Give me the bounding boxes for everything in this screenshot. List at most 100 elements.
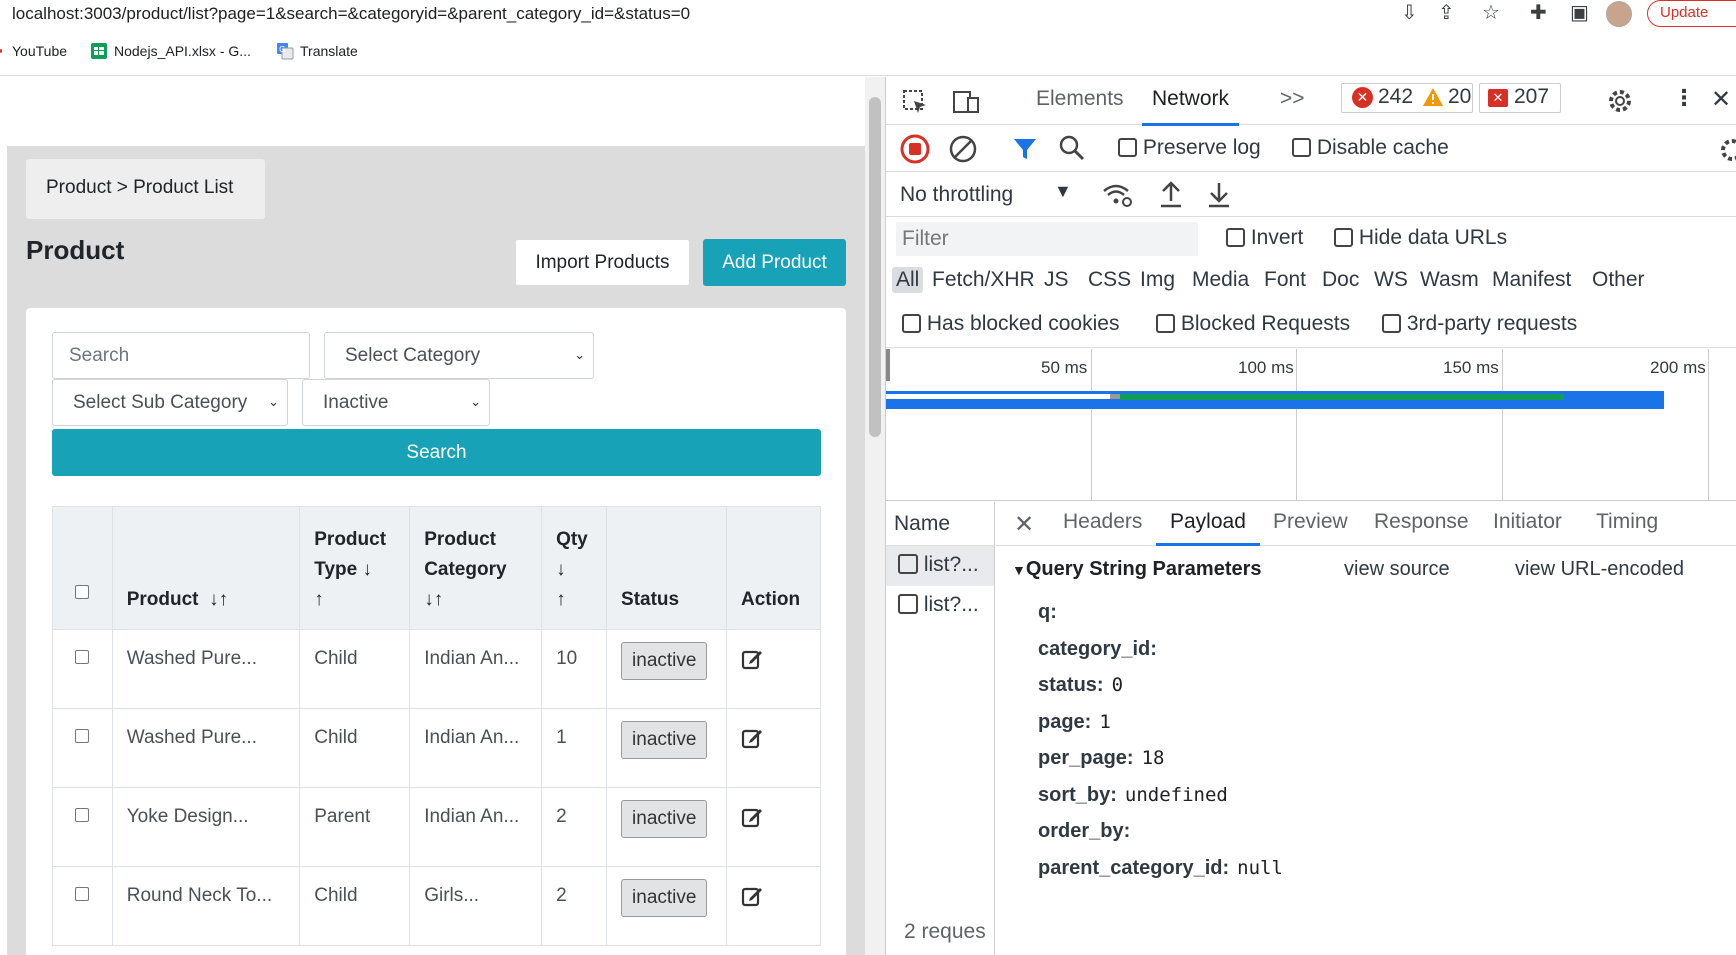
- status-badge[interactable]: inactive: [621, 642, 708, 680]
- sort-asc-icon[interactable]: ↑: [556, 589, 566, 610]
- hide-data-urls-checkbox[interactable]: [1334, 228, 1353, 247]
- status-select[interactable]: Inactive ⌄: [302, 379, 490, 426]
- more-options-icon[interactable]: ⋮: [1673, 85, 1695, 111]
- sub-category-select[interactable]: Select Sub Category ⌄: [52, 379, 288, 426]
- tab-headers[interactable]: Headers: [1063, 510, 1142, 534]
- invert-toggle[interactable]: Invert: [1226, 226, 1303, 250]
- has-blocked-cookies-toggle[interactable]: Has blocked cookies: [902, 312, 1119, 336]
- type-filter-other[interactable]: Other: [1592, 268, 1645, 292]
- add-product-button[interactable]: Add Product: [703, 239, 846, 286]
- tab-preview[interactable]: Preview: [1273, 510, 1348, 534]
- sort-icon[interactable]: ↓↑: [424, 589, 443, 610]
- tab-elements[interactable]: Elements: [1036, 87, 1124, 111]
- sort-icon[interactable]: ↓↑: [209, 589, 228, 610]
- query-params-section-header[interactable]: ▼Query String Parameters: [1012, 558, 1262, 581]
- hide-data-urls-toggle[interactable]: Hide data URLs: [1334, 226, 1507, 250]
- third-party-toggle[interactable]: 3rd-party requests: [1382, 312, 1577, 336]
- device-toolbar-icon[interactable]: [952, 89, 982, 117]
- page-scrollbar[interactable]: [865, 77, 885, 955]
- view-url-encoded-link[interactable]: view URL-encoded: [1515, 558, 1684, 581]
- install-icon[interactable]: ⇩: [1401, 2, 1418, 24]
- status-badge[interactable]: inactive: [621, 800, 708, 838]
- close-icon[interactable]: ✕: [1711, 85, 1731, 114]
- settings-gear-icon[interactable]: [1606, 87, 1634, 115]
- name-column-header[interactable]: Name: [886, 502, 994, 546]
- errors-warnings-counter[interactable]: ✕ 242 20: [1341, 83, 1473, 113]
- status-badge[interactable]: inactive: [621, 879, 708, 917]
- disable-cache-toggle[interactable]: Disable cache: [1292, 136, 1449, 160]
- select-all-checkbox[interactable]: [75, 585, 90, 599]
- row-checkbox[interactable]: [75, 729, 90, 743]
- search-input[interactable]: Search: [52, 332, 310, 379]
- download-icon[interactable]: [1206, 181, 1232, 209]
- view-source-link[interactable]: view source: [1344, 558, 1450, 581]
- issues-counter[interactable]: ✕ 207: [1479, 83, 1561, 113]
- category-column-header[interactable]: Product Category ↓↑: [409, 506, 543, 630]
- network-settings-gear-icon[interactable]: [1718, 136, 1736, 164]
- search-button[interactable]: Search: [52, 429, 821, 476]
- type-filter-img[interactable]: Img: [1140, 268, 1175, 292]
- close-detail-icon[interactable]: ✕: [1014, 510, 1034, 539]
- throttling-select[interactable]: No throttling: [900, 183, 1013, 207]
- type-filter-ws[interactable]: WS: [1374, 268, 1408, 292]
- has-blocked-cookies-checkbox[interactable]: [902, 314, 921, 333]
- tab-payload[interactable]: Payload: [1156, 510, 1260, 546]
- breadcrumb[interactable]: Product > Product List: [26, 159, 265, 219]
- type-filter-css[interactable]: CSS: [1088, 268, 1131, 292]
- type-filter-all[interactable]: All: [892, 267, 924, 293]
- chevron-down-icon[interactable]: ▼: [1054, 181, 1072, 202]
- tab-network[interactable]: Network: [1142, 87, 1240, 126]
- type-filter-fetchxhr[interactable]: Fetch/XHR: [932, 268, 1035, 292]
- third-party-checkbox[interactable]: [1382, 314, 1401, 333]
- blocked-requests-checkbox[interactable]: [1156, 314, 1175, 333]
- request-row[interactable]: list?...: [886, 586, 994, 626]
- filter-input[interactable]: Filter: [896, 222, 1198, 256]
- tab-initiator[interactable]: Initiator: [1493, 510, 1562, 534]
- type-filter-media[interactable]: Media: [1192, 268, 1249, 292]
- search-icon[interactable]: [1058, 134, 1086, 162]
- type-filter-font[interactable]: Font: [1264, 268, 1306, 292]
- sort-desc-icon[interactable]: ↓: [362, 559, 372, 580]
- row-checkbox[interactable]: [75, 650, 90, 664]
- edit-icon[interactable]: [741, 727, 763, 749]
- request-row[interactable]: list?...: [886, 546, 994, 586]
- filter-icon[interactable]: [1012, 136, 1038, 162]
- avatar[interactable]: [1606, 1, 1632, 27]
- network-timeline[interactable]: 50 ms 100 ms 150 ms 200 ms: [886, 349, 1736, 501]
- disable-cache-checkbox[interactable]: [1292, 138, 1311, 157]
- type-filter-manifest[interactable]: Manifest: [1492, 268, 1571, 292]
- row-checkbox[interactable]: [75, 808, 90, 822]
- network-conditions-icon[interactable]: [1102, 181, 1134, 209]
- type-filter-js[interactable]: JS: [1044, 268, 1069, 292]
- share-icon[interactable]: ⇪: [1438, 2, 1455, 24]
- sort-asc-icon[interactable]: ↑: [314, 589, 324, 610]
- scroll-thumb[interactable]: [869, 97, 881, 437]
- tab-timing[interactable]: Timing: [1596, 510, 1658, 534]
- upload-icon[interactable]: [1158, 181, 1184, 209]
- type-filter-wasm[interactable]: Wasm: [1420, 268, 1479, 292]
- import-products-button[interactable]: Import Products: [515, 239, 690, 286]
- bookmark-star-icon[interactable]: ☆: [1482, 2, 1500, 24]
- blocked-requests-toggle[interactable]: Blocked Requests: [1156, 312, 1350, 336]
- type-filter-doc[interactable]: Doc: [1322, 268, 1359, 292]
- qty-column-header[interactable]: Qty ↓ ↑: [541, 506, 608, 630]
- edit-icon[interactable]: [741, 806, 763, 828]
- side-panel-icon[interactable]: ▣: [1570, 2, 1589, 24]
- timeline-handle[interactable]: [886, 349, 890, 381]
- category-select[interactable]: Select Category ⌄: [324, 332, 594, 379]
- address-bar[interactable]: localhost:3003/product/list?page=1&searc…: [12, 4, 690, 24]
- status-badge[interactable]: inactive: [621, 721, 708, 759]
- more-tabs-icon[interactable]: >>: [1280, 87, 1305, 111]
- sort-desc-icon[interactable]: ↓: [556, 559, 566, 580]
- edit-icon[interactable]: [741, 885, 763, 907]
- preserve-log-checkbox[interactable]: [1118, 138, 1137, 157]
- edit-icon[interactable]: [741, 648, 763, 670]
- bookmark-youtube[interactable]: YouTube: [0, 42, 67, 60]
- bookmark-translate[interactable]: G Translate: [276, 42, 358, 60]
- product-column-header[interactable]: Product ↓↑: [111, 506, 301, 630]
- tab-response[interactable]: Response: [1374, 510, 1469, 534]
- bookmark-sheets[interactable]: Nodejs_API.xlsx - G...: [90, 42, 251, 60]
- clear-icon[interactable]: [948, 134, 978, 164]
- inspect-element-icon[interactable]: [902, 89, 930, 117]
- record-stop-icon[interactable]: [900, 134, 930, 164]
